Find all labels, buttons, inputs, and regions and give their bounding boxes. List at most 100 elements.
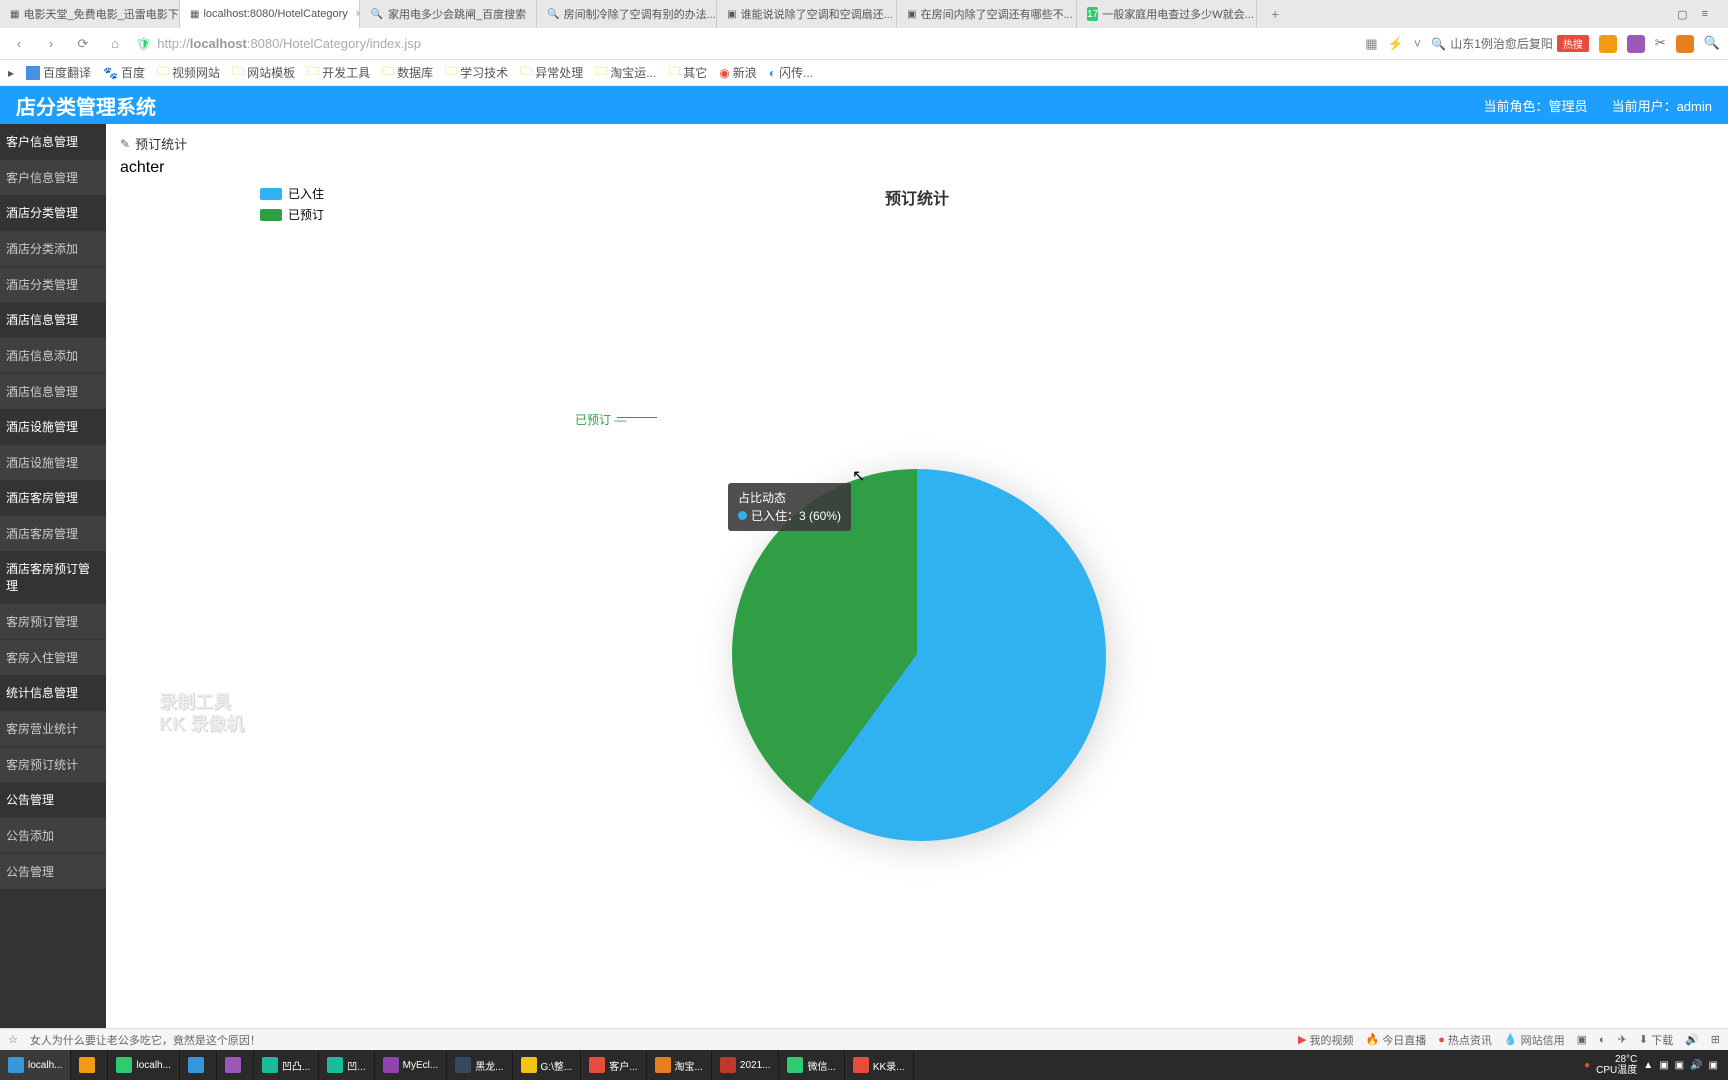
scissors-icon[interactable]: ✂ [1655, 35, 1666, 53]
tray-icon[interactable]: ▣ [1659, 1060, 1668, 1071]
game-icon[interactable] [1676, 35, 1694, 53]
browser-tab[interactable]: 🔍家用电多少会跳闸_百度搜索 [360, 0, 537, 28]
sidebar-item[interactable]: 客房营业统计 [0, 710, 106, 746]
news-link[interactable]: 🔥今日直播 [1366, 1032, 1427, 1048]
taskbar-app[interactable]: 客户... [581, 1050, 646, 1080]
sidebar-group[interactable]: 酒店客房管理 [0, 480, 106, 515]
browser-tab[interactable]: ▦电影天堂_免费电影_迅雷电影下 [0, 0, 180, 28]
taskbar-app[interactable] [217, 1050, 254, 1080]
taskbar-app[interactable]: localh... [108, 1050, 179, 1080]
taskbar-app[interactable]: KK录... [845, 1050, 914, 1080]
weibo-icon: ◉ [719, 66, 729, 80]
news-link[interactable]: ▶我的视频 [1298, 1032, 1353, 1048]
sidebar-item[interactable]: 酒店设施管理 [0, 444, 106, 480]
legend-item[interactable]: 已预订 [260, 206, 324, 223]
sidebar-item[interactable]: 客房预订统计 [0, 746, 106, 782]
news-link[interactable]: 💧网站信用 [1504, 1032, 1565, 1048]
app-icon [455, 1057, 471, 1073]
new-tab-button[interactable]: + [1257, 6, 1293, 22]
icon[interactable]: ◐ [1599, 1034, 1606, 1046]
extension-icon[interactable] [1627, 35, 1645, 53]
qr-icon[interactable]: ▦ [1365, 36, 1377, 52]
taskbar-app[interactable]: 2021... [712, 1050, 780, 1080]
sidebar-item[interactable]: 酒店分类添加 [0, 230, 106, 266]
temperature-widget[interactable]: 28°C CPU温度 [1596, 1054, 1637, 1076]
news-headline[interactable]: 女人为什么要让老公多吃它，竟然是这个原因！ [30, 1032, 261, 1048]
flash-icon[interactable]: ⚡ [1387, 36, 1403, 52]
sidebar-group[interactable]: 统计信息管理 [0, 675, 106, 710]
shield-icon: 🛡 [136, 37, 151, 51]
browser-tab[interactable]: ▣谁能说说除了空调和空调扇还... [717, 0, 897, 28]
taskbar-app[interactable]: localh... [0, 1050, 71, 1080]
bookmark-item[interactable]: 🗀其它 [668, 62, 707, 83]
download-link[interactable]: ⬇下载 [1639, 1032, 1673, 1048]
sidebar-group[interactable]: 酒店设施管理 [0, 409, 106, 444]
taskbar-app[interactable]: MyEcl... [375, 1050, 448, 1080]
extension-icon[interactable] [1599, 35, 1617, 53]
tray-icon[interactable]: 🔊 [1690, 1060, 1702, 1071]
home-button[interactable]: ⌂ [104, 36, 126, 51]
hot-badge: 热搜 [1557, 35, 1589, 52]
search-box[interactable]: 🔍 山东1例治愈后复阳 热搜 [1431, 35, 1589, 52]
sidebar-item[interactable]: 客房入住管理 [0, 639, 106, 675]
bookmark-item[interactable]: 百度翻译 [26, 64, 91, 81]
tray-icon[interactable]: ▣ [1709, 1060, 1718, 1071]
reload-button[interactable]: ⟳ [72, 36, 94, 52]
bookmark-item[interactable]: 🗀异常处理 [520, 62, 583, 83]
icon[interactable]: ✈ [1618, 1033, 1627, 1046]
back-button[interactable]: ‹ [8, 36, 30, 51]
icon[interactable]: 🔊 [1685, 1033, 1699, 1046]
tab-count-icon[interactable]: ▢ [1677, 8, 1687, 21]
bookmark-item[interactable]: 🗀淘宝运... [595, 62, 656, 83]
legend-item[interactable]: 已入住 [260, 185, 324, 202]
taskbar-app[interactable]: 淘宝... [647, 1050, 712, 1080]
sidebar-group[interactable]: 酒店信息管理 [0, 302, 106, 337]
url-input[interactable]: 🛡 http://localhost:8080/HotelCategory/in… [136, 36, 1355, 51]
news-link[interactable]: ●热点资讯 [1438, 1032, 1492, 1048]
icon[interactable]: ⊞ [1711, 1033, 1720, 1046]
icon[interactable]: ▣ [1577, 1033, 1587, 1046]
tooltip-title: 占比动态 [738, 489, 841, 507]
sidebar-item[interactable]: 公告添加 [0, 817, 106, 853]
bookmark-item[interactable]: ◐闪传... [769, 64, 813, 81]
slice-label-blue: — 已入住 [995, 529, 1046, 546]
browser-tab[interactable]: 17一般家庭用电查过多少W就会... [1077, 0, 1257, 28]
bookmark-item[interactable]: 🗀学习技术 [445, 62, 508, 83]
browser-tab[interactable]: 🔍房间制冷除了空调有别的办法... [537, 0, 717, 28]
bookmark-item[interactable]: 🗀开发工具 [307, 62, 370, 83]
sidebar-item[interactable]: 酒店分类管理 [0, 266, 106, 302]
bookmark-item[interactable]: 🗀网站模板 [232, 62, 295, 83]
menu-icon[interactable]: ≡ [1702, 8, 1708, 21]
fav-icon[interactable]: ☆ [8, 1033, 18, 1046]
sidebar-item[interactable]: 酒店客房管理 [0, 515, 106, 551]
sidebar-group[interactable]: 酒店客房预订管理 [0, 551, 106, 603]
bookmark-item[interactable]: ◉新浪 [719, 64, 757, 81]
taskbar-app[interactable]: 凹... [319, 1050, 374, 1080]
forward-button[interactable]: › [40, 36, 62, 51]
search-icon[interactable]: 🔍 [1704, 35, 1720, 53]
bookmark-item[interactable]: 🐾百度 [103, 64, 145, 81]
sidebar-item[interactable]: 酒店信息管理 [0, 373, 106, 409]
bookmark-item[interactable]: 🗀视频网站 [157, 62, 220, 83]
taskbar-app[interactable]: G:\整... [513, 1050, 582, 1080]
tray-icon[interactable]: ▣ [1675, 1060, 1684, 1071]
tray-icon[interactable]: ▲ [1643, 1060, 1653, 1071]
chevron-down-icon[interactable]: ˅ [1414, 36, 1422, 51]
taskbar-app[interactable]: 微信... [779, 1050, 844, 1080]
bookmark-item[interactable]: ▸ [8, 66, 14, 80]
sidebar-item[interactable]: 酒店信息添加 [0, 337, 106, 373]
browser-tab[interactable]: ▣在房间内除了空调还有哪些不... [897, 0, 1077, 28]
bookmark-item[interactable]: 🗀数据库 [382, 62, 433, 83]
sidebar-group[interactable]: 酒店分类管理 [0, 195, 106, 230]
taskbar-app[interactable]: 黑龙... [447, 1050, 512, 1080]
tray-icon[interactable]: ● [1584, 1060, 1590, 1071]
browser-tab-active[interactable]: ▦localhost:8080/HotelCategory× [180, 0, 360, 28]
sidebar-group[interactable]: 公告管理 [0, 782, 106, 817]
taskbar-app[interactable] [71, 1050, 108, 1080]
sidebar-group[interactable]: 客户信息管理 [0, 124, 106, 159]
sidebar-item[interactable]: 公告管理 [0, 853, 106, 889]
taskbar-app[interactable]: 凹凸... [254, 1050, 319, 1080]
sidebar-item[interactable]: 客户信息管理 [0, 159, 106, 195]
taskbar-app[interactable] [180, 1050, 217, 1080]
sidebar-item[interactable]: 客房预订管理 [0, 603, 106, 639]
